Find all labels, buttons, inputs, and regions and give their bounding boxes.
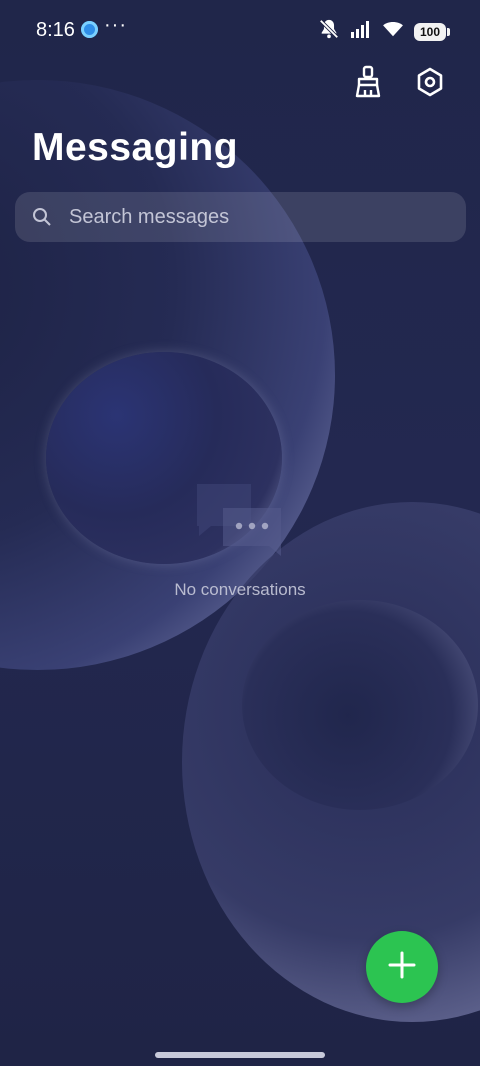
mute-icon [318, 18, 340, 45]
status-more-label: ··· [104, 14, 127, 36]
header-actions [352, 64, 446, 100]
page-title: Messaging [32, 126, 239, 169]
search-bar[interactable] [15, 192, 466, 242]
signal-icon [350, 19, 372, 44]
settings-icon[interactable] [414, 64, 446, 100]
status-icons: 100 [318, 18, 450, 45]
search-icon [31, 206, 53, 228]
clean-icon[interactable] [352, 64, 384, 100]
wifi-icon [382, 20, 404, 43]
empty-state: No conversations [0, 482, 480, 600]
no-conversations-icon [195, 482, 285, 562]
notification-app-icon [81, 21, 98, 38]
empty-state-text: No conversations [174, 580, 306, 599]
search-input[interactable] [67, 204, 431, 230]
background-orb-right-small [242, 600, 478, 810]
battery-icon: 100 [414, 22, 450, 41]
status-bar: 8:16 ··· 100 [0, 0, 480, 60]
new-message-button[interactable] [366, 931, 438, 1003]
status-time: 8:16 [36, 19, 75, 41]
plus-icon [387, 950, 417, 985]
home-indicator[interactable] [155, 1052, 325, 1058]
